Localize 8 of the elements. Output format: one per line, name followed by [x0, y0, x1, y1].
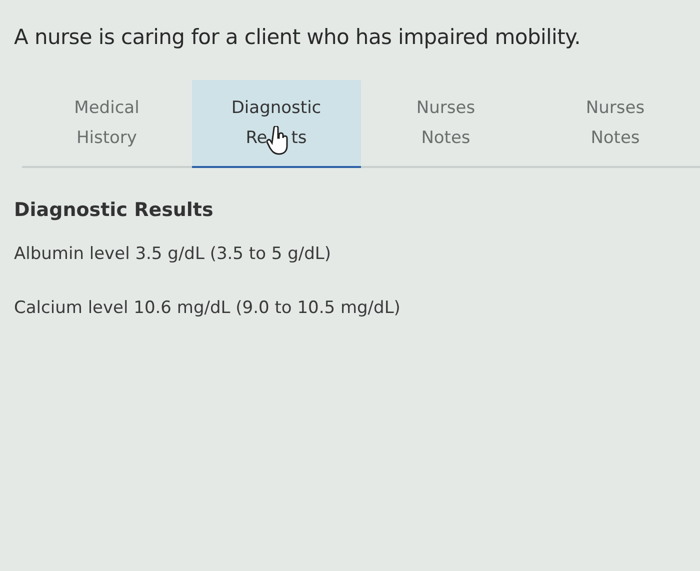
tab[interactable]: Nurses Notes: [361, 80, 530, 168]
tab[interactable]: Diagnostic Re ts: [192, 80, 361, 168]
result-line: Albumin level 3.5 g/dL (3.5 to 5 g/dL): [14, 243, 332, 266]
tab[interactable]: Medical History: [22, 80, 192, 168]
result-line: Calcium level 10.6 mg/dL (9.0 to 10.5 mg/dL): [14, 296, 402, 320]
question-text: A nurse is caring for a client who has impaired mobility.: [14, 24, 582, 51]
section-heading: Diagnostic Results: [14, 198, 214, 222]
tab[interactable]: Nurses Notes: [530, 80, 700, 168]
